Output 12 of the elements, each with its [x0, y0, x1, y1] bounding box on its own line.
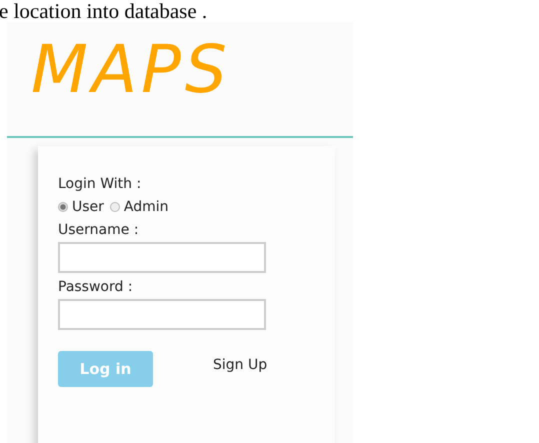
document-text: e location into database .	[0, 0, 208, 22]
password-field[interactable]	[58, 299, 266, 330]
radio-button[interactable]	[58, 202, 68, 212]
username-field[interactable]	[58, 242, 266, 273]
radio-label: User	[72, 199, 104, 215]
radio-label: Admin	[124, 199, 169, 215]
login-with-label: Login With :	[58, 175, 142, 194]
username-label: Username :	[58, 221, 140, 240]
password-label: Password :	[58, 278, 134, 297]
radio-button[interactable]	[110, 202, 120, 212]
sign-up-link[interactable]: Sign Up	[213, 356, 268, 372]
logo: MAPS	[31, 32, 231, 108]
